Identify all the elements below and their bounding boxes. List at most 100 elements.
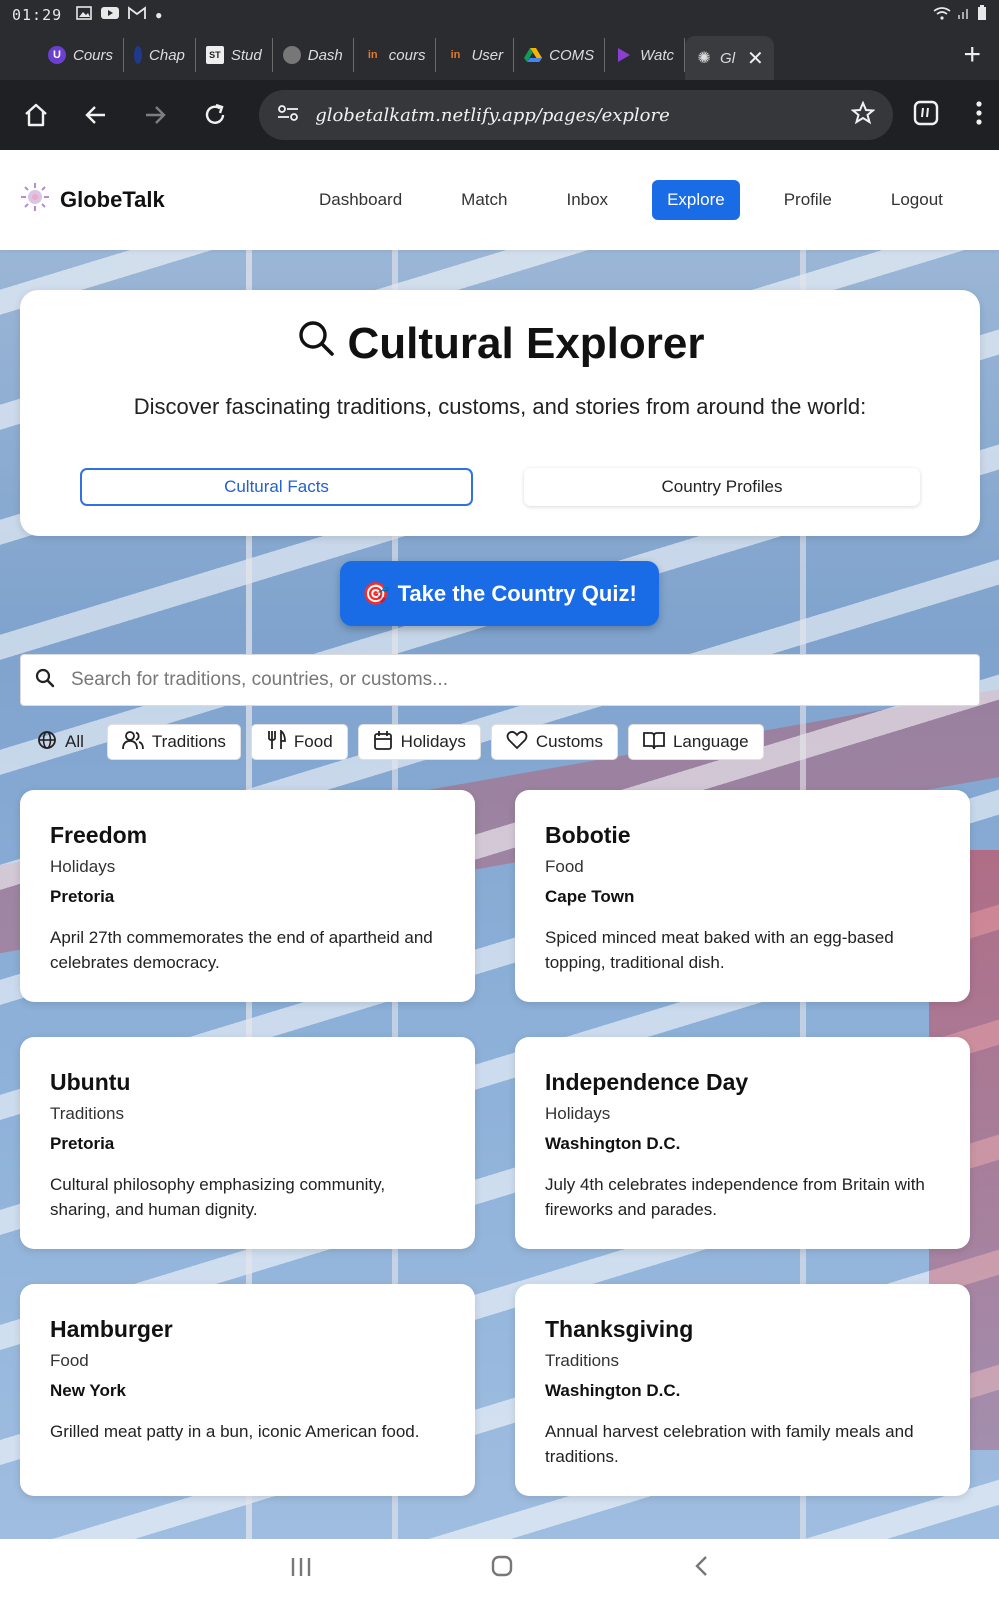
tab-user[interactable]: in User — [436, 38, 515, 72]
tab-favicon: U — [48, 46, 66, 64]
gmail-icon — [128, 5, 147, 25]
fact-city: Pretoria — [50, 887, 115, 906]
search-icon — [35, 668, 55, 693]
users-icon — [122, 730, 144, 755]
tab-label: User — [471, 46, 504, 64]
tab-courses-2[interactable]: in cours — [354, 38, 437, 72]
filter-language[interactable]: Language — [627, 724, 764, 760]
status-bar: 01:29 ● — [0, 0, 999, 30]
fact-category: Holidays — [545, 1104, 611, 1123]
tab-dashboard[interactable]: Dash — [273, 38, 354, 72]
target-icon: 🎯 — [362, 580, 390, 606]
fact-category: Food — [50, 1351, 89, 1370]
fact-category: Food — [545, 857, 584, 876]
fact-description: July 4th celebrates independence from Br… — [545, 1175, 925, 1219]
globetalk-favicon: ✺ — [697, 50, 711, 67]
filter-label: Customs — [535, 732, 603, 751]
browser-tab-strip: U Cours Chap ST Stud Dash in cours in User C… — [0, 30, 999, 80]
fact-card[interactable]: Bobotie Food Cape Town Spiced minced mea… — [515, 790, 970, 1002]
country-quiz-button[interactable]: 🎯 Take the Country Quiz! — [340, 561, 659, 626]
filter-customs[interactable]: Customs — [490, 724, 618, 760]
youtube-icon — [101, 6, 120, 25]
nav-match[interactable]: Match — [446, 180, 522, 220]
fact-description: Cultural philosophy emphasizing communit… — [50, 1175, 386, 1219]
fact-title: Ubuntu — [50, 1069, 131, 1095]
filter-holidays[interactable]: Holidays — [357, 724, 481, 760]
tab-globetalk-active[interactable]: ✺ Gl ✕ — [685, 36, 774, 80]
tab-label: Watc — [640, 46, 675, 64]
system-back-icon[interactable] — [692, 1554, 710, 1585]
fact-card[interactable]: Independence Day Holidays Washington D.C… — [515, 1037, 970, 1249]
browser-toolbar: globetalkatm.netlify.app/pages/explore — [0, 80, 999, 150]
play-icon — [615, 46, 633, 64]
fact-city: New York — [50, 1381, 126, 1400]
tab-watch[interactable]: Watc — [605, 38, 686, 72]
forward-icon[interactable] — [136, 95, 176, 135]
page-title-text: Cultural Explorer — [347, 318, 705, 368]
address-bar[interactable]: globetalkatm.netlify.app/pages/explore — [259, 90, 894, 140]
dot-icon: ● — [155, 8, 163, 22]
page-viewport: GlobeTalk Dashboard Match Inbox Explore … — [0, 150, 999, 1539]
site-settings-icon[interactable] — [277, 104, 299, 127]
filter-label: Language — [672, 732, 749, 751]
page-title: Cultural Explorer — [20, 318, 980, 369]
close-tab-icon[interactable]: ✕ — [747, 46, 764, 71]
country-quiz-label: Take the Country Quiz! — [397, 580, 637, 606]
tab-favicon: ST — [205, 46, 224, 64]
bookmark-star-icon[interactable] — [850, 99, 876, 130]
nav-profile[interactable]: Profile — [769, 180, 847, 220]
fact-card[interactable]: Freedom Holidays Pretoria April 27th com… — [20, 790, 475, 1002]
tab-label: Stud — [230, 46, 262, 64]
home-icon[interactable] — [16, 95, 56, 135]
gallery-icon — [76, 5, 92, 25]
page-subtitle: Discover fascinating traditions, customs… — [133, 394, 867, 419]
fact-city: Cape Town — [545, 887, 635, 906]
fact-description: April 27th commemorates the end of apart… — [50, 928, 433, 972]
filter-label: Holidays — [400, 732, 466, 751]
search-bar — [20, 654, 980, 706]
fact-card[interactable]: Hamburger Food New York Grilled meat pat… — [20, 1284, 475, 1496]
filter-traditions[interactable]: Traditions — [106, 724, 241, 760]
tab-chapter[interactable]: Chap — [124, 38, 196, 72]
new-tab-icon[interactable]: + — [963, 40, 981, 70]
tab-cultural-facts[interactable]: Cultural Facts — [80, 468, 473, 506]
more-menu-icon[interactable] — [975, 100, 983, 131]
fact-city: Washington D.C. — [545, 1381, 681, 1400]
fact-category: Traditions — [50, 1104, 125, 1123]
tab-country-profiles[interactable]: Country Profiles — [524, 468, 920, 506]
tab-label: Chap — [149, 46, 185, 64]
fact-title: Thanksgiving — [545, 1316, 694, 1342]
cultural-explorer-card: Cultural Explorer Discover fascinating t… — [20, 290, 980, 536]
reload-icon[interactable] — [195, 95, 235, 135]
fact-description: Annual harvest celebration with family m… — [545, 1422, 914, 1466]
recents-icon[interactable] — [289, 1554, 313, 1585]
fact-description: Grilled meat patty in a bun, iconic Amer… — [50, 1422, 420, 1441]
nav-inbox[interactable]: Inbox — [551, 180, 623, 220]
heart-icon — [506, 730, 528, 755]
nav-explore[interactable]: Explore — [652, 180, 740, 220]
globetalk-logo-icon — [20, 182, 50, 218]
fact-card[interactable]: Thanksgiving Traditions Washington D.C. … — [515, 1284, 970, 1496]
tab-favicon: in — [367, 49, 378, 61]
back-icon[interactable] — [76, 95, 116, 135]
home-button-icon[interactable] — [490, 1554, 514, 1585]
fact-title: Bobotie — [545, 822, 631, 848]
fact-description: Spiced minced meat baked with an egg-bas… — [545, 928, 894, 972]
filter-all[interactable]: All — [24, 724, 97, 760]
search-icon — [296, 318, 336, 369]
fact-category: Traditions — [545, 1351, 620, 1370]
filter-food[interactable]: Food — [250, 724, 348, 760]
tab-favicon: in — [450, 49, 461, 61]
nav-dashboard[interactable]: Dashboard — [304, 180, 417, 220]
tab-label: Cours — [73, 46, 114, 64]
search-input[interactable] — [71, 669, 931, 691]
tab-switcher-icon[interactable] — [913, 100, 939, 131]
calendar-icon — [373, 730, 393, 755]
nav-logout[interactable]: Logout — [876, 180, 958, 220]
fact-city: Washington D.C. — [545, 1134, 681, 1153]
tab-courses[interactable]: U Cours — [38, 38, 125, 72]
fact-card[interactable]: Ubuntu Traditions Pretoria Cultural phil… — [20, 1037, 475, 1249]
brand[interactable]: GlobeTalk — [20, 182, 165, 218]
tab-studocu[interactable]: ST Stud — [196, 38, 273, 72]
tab-coms[interactable]: COMS — [514, 38, 606, 72]
